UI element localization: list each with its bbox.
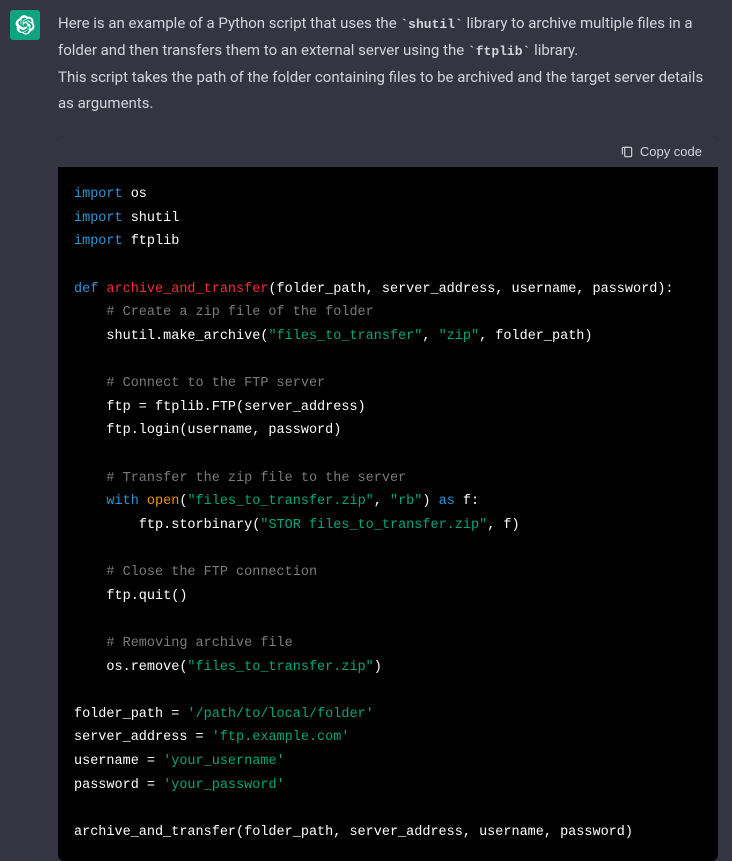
code-header: Copy code (58, 136, 718, 167)
clipboard-icon (620, 145, 634, 159)
copy-code-button[interactable]: Copy code (620, 144, 702, 159)
code-content[interactable]: import os import shutil import ftplib de… (58, 167, 718, 861)
copy-code-label: Copy code (640, 144, 702, 159)
desc-text-3: library. (530, 41, 578, 59)
message-container: Here is an example of a Python script th… (0, 0, 732, 861)
assistant-avatar (10, 10, 40, 40)
description-text: Here is an example of a Python script th… (58, 10, 718, 116)
message-content: Here is an example of a Python script th… (58, 10, 718, 861)
code-block: Copy code import os import shutil import… (58, 136, 718, 861)
inline-code-shutil: `shutil` (400, 17, 462, 32)
desc-text-4: This script takes the path of the folder… (58, 68, 703, 112)
inline-code-ftplib: `ftplib` (468, 44, 530, 59)
openai-logo-icon (15, 15, 35, 35)
desc-text-1: Here is an example of a Python script th… (58, 14, 400, 32)
